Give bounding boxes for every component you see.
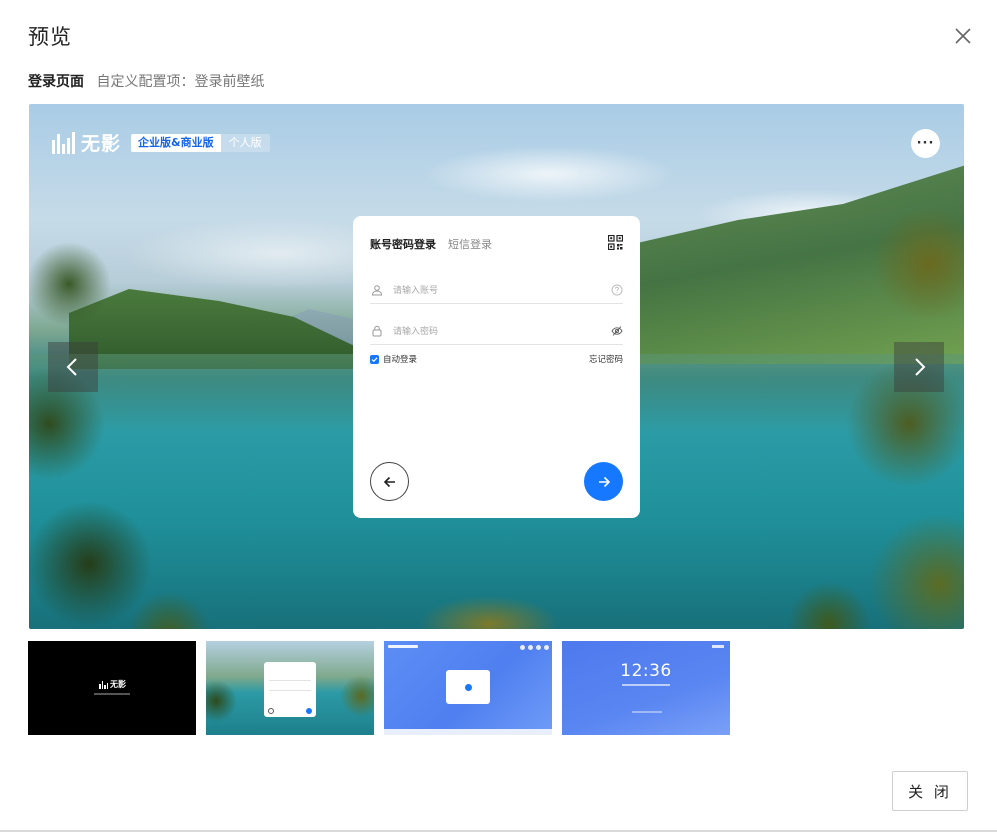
forgot-password-link[interactable]: 忘记密码 [589,353,623,365]
foliage-left [29,164,269,629]
username-field[interactable]: 请输入账号 [370,276,623,304]
thumbnail-login-card [446,670,490,704]
login-submit-button[interactable] [584,462,623,501]
thumbnail-black-splash[interactable]: 无影 [28,641,196,735]
login-tabs: 账号密码登录 短信登录 [370,236,492,252]
edition-enterprise-tab[interactable]: 企业版&商业版 [131,133,221,152]
chevron-left-icon [66,358,77,376]
chevron-right-icon [915,358,926,376]
login-options: 自动登录 忘记密码 [370,353,623,365]
arrow-left-icon [383,476,395,487]
dialog-title: 预览 [28,25,72,49]
thumbnail-lock-screen[interactable]: 12:36 [562,641,730,735]
password-placeholder: 请输入密码 [393,327,439,337]
brand: 无影 企业版&商业版 个人版 [52,129,270,156]
thumbnail-login-card [264,662,316,717]
thumbnail-date-line [622,684,670,686]
edition-personal-tab[interactable]: 个人版 [220,133,270,152]
foliage-right [749,204,964,629]
breadcrumb-page: 登录页面 [28,74,84,90]
close-button[interactable]: 关 闭 [892,771,968,811]
user-icon [371,284,383,295]
thumbnail-foliage [206,661,251,735]
back-button[interactable] [370,462,409,501]
thumbnail-hint-line [632,711,662,713]
thumbnail-status [712,645,724,648]
wallpaper-preview: 无影 企业版&商业版 个人版 ··· 账号密码登录 短信登录 请输入账号 请输入… [29,104,964,629]
foliage-bottom [389,574,589,629]
thumbnail-subtitle-line [94,693,130,695]
username-placeholder: 请输入账号 [393,286,439,296]
auto-login-label: 自动登录 [383,355,418,365]
login-card: 账号密码登录 短信登录 请输入账号 请输入密码 自动登录 忘记密码 [353,216,640,518]
next-wallpaper-button[interactable] [894,342,944,392]
brand-logo-icon [52,131,75,154]
preview-dialog: 预览 登录页面 自定义配置项：登录前壁纸 无影 企业版&商业版 个人版 ··· [0,0,997,832]
thumbnail-brand-name: 无影 [110,680,126,689]
brand-name: 无影 [81,133,122,155]
thumbnail-lake-login[interactable] [206,641,374,735]
thumbnail-toolbar [520,645,549,650]
brand-logo-icon [99,681,108,689]
thumbnail-taskbar [384,729,552,735]
edition-switch: 企业版&商业版 个人版 [131,133,270,152]
checkbox-checked-icon [370,354,379,364]
thumbnail-foliage [336,656,374,735]
qr-code-icon[interactable] [607,234,624,251]
password-field[interactable]: 请输入密码 [370,317,623,345]
help-icon[interactable] [611,284,623,296]
tab-account-login[interactable]: 账号密码登录 [370,236,436,252]
tab-sms-login[interactable]: 短信登录 [448,236,492,252]
auto-login-checkbox[interactable]: 自动登录 [370,353,417,365]
thumbnail-blue-login[interactable] [384,641,552,735]
breadcrumb-detail: 自定义配置项：登录前壁纸 [96,74,265,90]
breadcrumb: 登录页面 自定义配置项：登录前壁纸 [28,72,264,92]
close-icon[interactable] [951,24,975,48]
thumbnail-header [388,645,418,648]
thumbnail-clock: 12:36 [620,661,672,681]
lock-icon [372,325,382,336]
previous-wallpaper-button[interactable] [48,342,98,392]
more-options-button[interactable]: ··· [911,129,940,158]
arrow-right-icon [598,476,610,487]
eye-off-icon[interactable] [611,325,623,337]
